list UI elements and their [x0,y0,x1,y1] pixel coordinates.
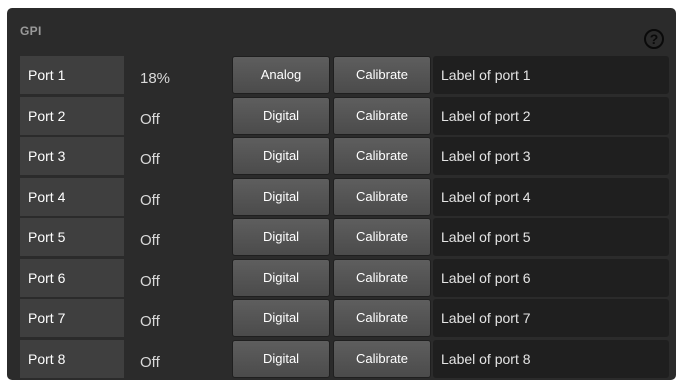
calibrate-button[interactable]: Calibrate [333,177,431,216]
port-row: Port 1 18% Analog Calibrate [20,56,670,97]
port-list: Port 1 18% Analog Calibrate Port 2 Off D… [20,56,670,380]
port-row: Port 2 Off Digital Calibrate [20,96,670,138]
calibrate-button[interactable]: Calibrate [333,339,431,378]
port-row: Port 5 Off Digital Calibrate [20,218,670,259]
port-label-field[interactable] [433,258,669,297]
port-value: Off [140,191,160,209]
mode-button[interactable]: Digital [232,299,330,337]
calibrate-button[interactable]: Calibrate [333,299,431,337]
port-label-field[interactable] [433,96,669,135]
port-value: Off [140,151,160,168]
port-label-field[interactable] [433,137,669,175]
port-label-field[interactable] [433,177,669,216]
port-name: Port 5 [20,218,124,256]
port-value: Off [140,110,160,128]
calibrate-button[interactable]: Calibrate [333,137,431,175]
port-label-field[interactable] [433,56,669,94]
port-label-field[interactable] [433,299,669,337]
port-row: Port 7 Off Digital Calibrate [20,299,670,340]
gpi-panel: GPI ? Port 1 18% Analog Calibrate Port 2… [7,8,676,380]
port-name: Port 8 [20,339,124,378]
port-name: Port 2 [20,96,124,135]
port-row: Port 4 Off Digital Calibrate [20,177,670,219]
port-row: Port 3 Off Digital Calibrate [20,137,670,178]
calibrate-button[interactable]: Calibrate [333,96,431,135]
port-name: Port 7 [20,299,124,337]
port-value: Off [140,232,160,249]
mode-button[interactable]: Digital [232,339,330,378]
panel-title: GPI [20,24,42,38]
calibrate-button[interactable]: Calibrate [333,56,431,94]
port-name: Port 1 [20,56,124,94]
port-row: Port 8 Off Digital Calibrate [20,339,670,381]
calibrate-button[interactable]: Calibrate [333,218,431,256]
help-icon[interactable]: ? [644,29,664,49]
port-row: Port 6 Off Digital Calibrate [20,258,670,300]
mode-button[interactable]: Digital [232,258,330,297]
port-label-field[interactable] [433,339,669,378]
port-name: Port 4 [20,177,124,216]
mode-button[interactable]: Digital [232,137,330,175]
port-label-field[interactable] [433,218,669,256]
port-value: Off [140,353,160,371]
mode-button[interactable]: Digital [232,218,330,256]
port-name: Port 3 [20,137,124,175]
mode-button[interactable]: Digital [232,96,330,135]
mode-button[interactable]: Digital [232,177,330,216]
port-value: 18% [140,70,171,87]
port-value: Off [140,313,160,330]
port-value: Off [140,272,160,290]
port-name: Port 6 [20,258,124,297]
calibrate-button[interactable]: Calibrate [333,258,431,297]
mode-button[interactable]: Analog [232,56,330,94]
